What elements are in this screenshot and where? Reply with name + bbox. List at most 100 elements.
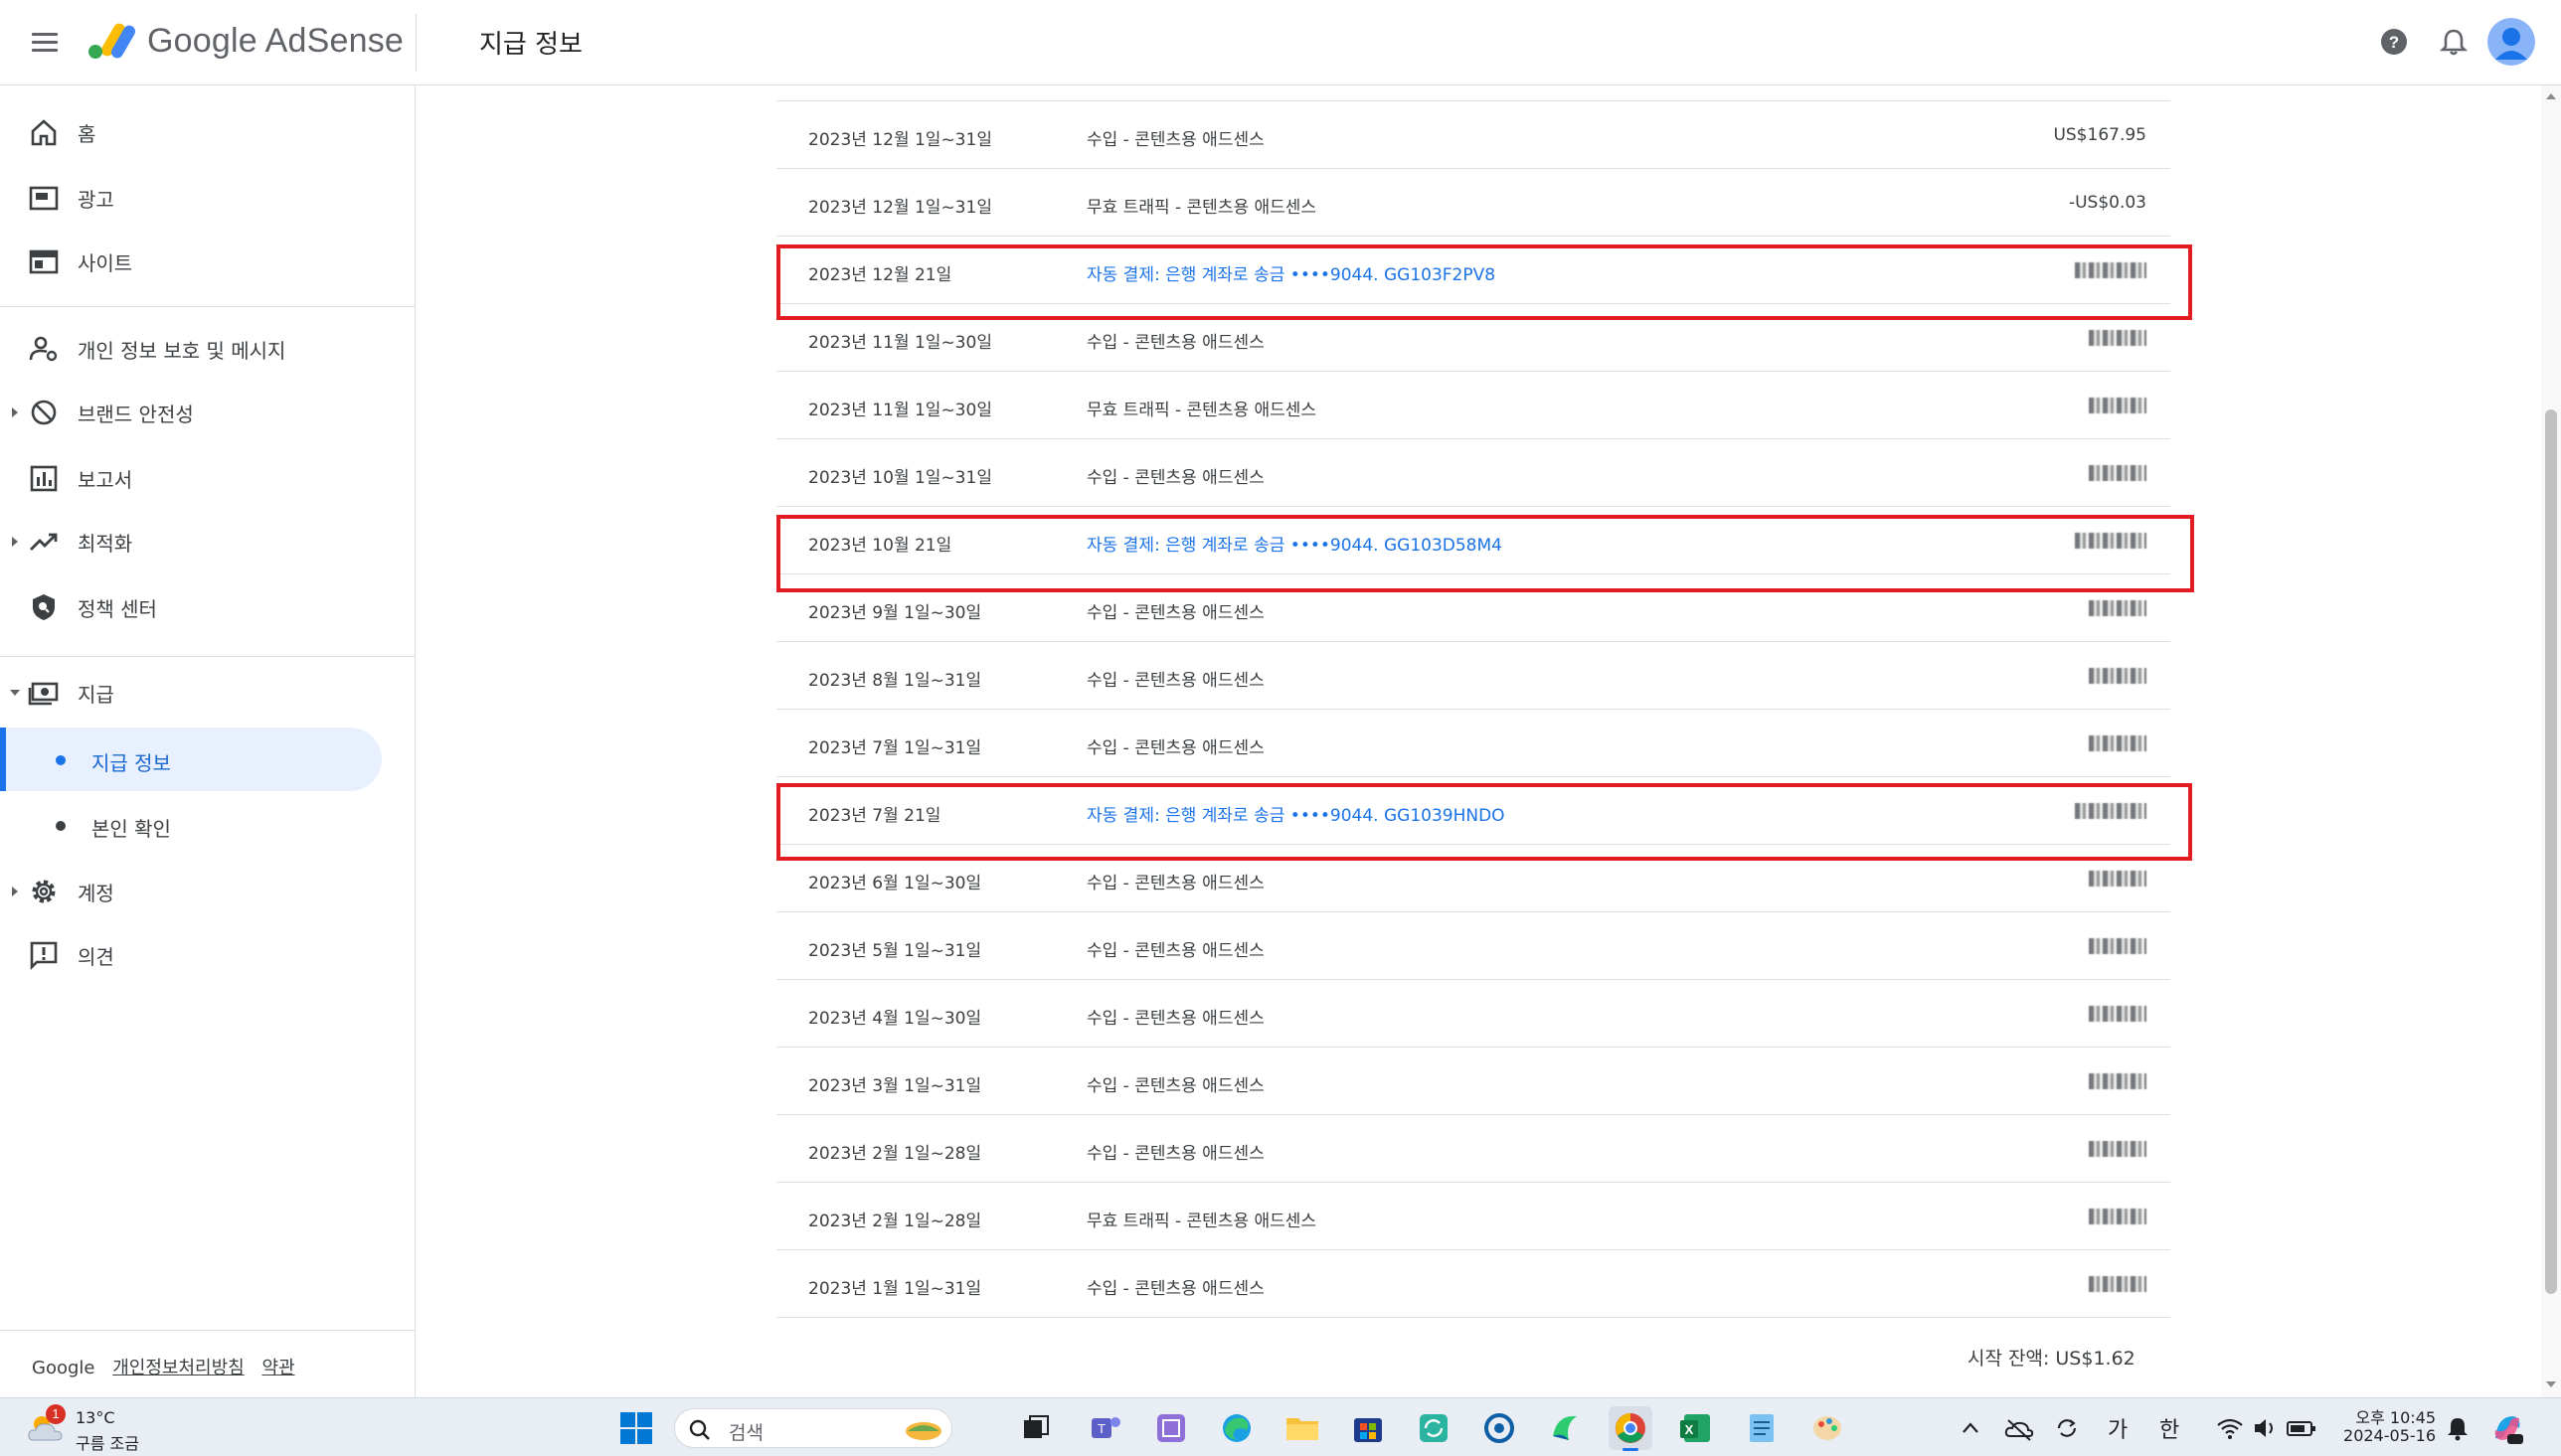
sidebar-item-label: 지급: [78, 683, 114, 707]
sidebar-item-payments[interactable]: 지급: [0, 664, 416, 720]
privacy-policy-link[interactable]: 개인정보처리방침: [112, 1358, 244, 1378]
onenote-app-icon[interactable]: [1149, 1406, 1193, 1450]
scroll-thumb[interactable]: [2545, 409, 2557, 1294]
txn-date: 2023년 10월 21일: [808, 536, 952, 556]
payment-link[interactable]: 자동 결제: 은행 계좌로 송금 ••••9044. GG103F2PV8: [1087, 260, 1495, 285]
scrollbar[interactable]: [2541, 85, 2561, 1397]
notepad-icon[interactable]: [1740, 1406, 1784, 1450]
home-icon: [31, 119, 57, 146]
table-row: 2023년 11월 1일~30일 무효 트래픽 - 콘텐츠용 애드센스: [776, 372, 2170, 439]
bullet-icon: [56, 755, 66, 765]
notification-bell-icon[interactable]: [2444, 1412, 2472, 1444]
table-row: 2023년 9월 1일~30일 수입 - 콘텐츠용 애드센스: [776, 574, 2170, 642]
scroll-down-arrow-icon[interactable]: [2546, 1381, 2556, 1387]
task-view-icon[interactable]: [1014, 1406, 1058, 1450]
sidebar-item-privacy[interactable]: 개인 정보 보호 및 메시지: [0, 320, 416, 376]
clock-date[interactable]: 2024-05-16: [2332, 1426, 2436, 1445]
weather-alert-badge: 1: [46, 1404, 66, 1424]
battery-icon[interactable]: [2285, 1412, 2318, 1444]
policy-shield-icon: [33, 594, 55, 620]
txn-description: 수입 - 콘텐츠용 애드센스: [1087, 468, 1265, 488]
sidebar-item-sites[interactable]: 사이트: [0, 233, 416, 288]
table-row: 2023년 7월 21일 자동 결제: 은행 계좌로 송금 ••••9044. …: [776, 777, 2170, 845]
ime-language-indicator[interactable]: 한: [2159, 1412, 2179, 1444]
table-row: 2023년 10월 21일 자동 결제: 은행 계좌로 송금 ••••9044.…: [776, 507, 2170, 574]
clock-time[interactable]: 오후 10:45: [2346, 1404, 2436, 1428]
sidebar-subitem-payment-info[interactable]: 지급 정보: [0, 728, 382, 791]
microsoft-store-icon[interactable]: [1346, 1406, 1390, 1450]
help-icon[interactable]: ?: [2374, 22, 2414, 62]
onedrive-cloud-icon[interactable]: [2004, 1412, 2034, 1444]
table-row: 2023년 3월 1일~31일 수입 - 콘텐츠용 애드센스: [776, 1048, 2170, 1115]
sidebar-item-label: 의견: [78, 945, 114, 969]
sidebar-item-home[interactable]: 홈: [0, 103, 416, 159]
sidebar-item-reports[interactable]: 보고서: [0, 449, 416, 505]
paint-icon[interactable]: [1805, 1406, 1849, 1450]
menu-icon[interactable]: [26, 26, 66, 60]
privacy-icon: [29, 336, 58, 362]
txn-date: 2023년 2월 1일~28일: [808, 1212, 982, 1231]
taskbar-search-input[interactable]: 검색: [674, 1408, 952, 1448]
txn-date: 2023년 6월 1일~30일: [808, 874, 982, 893]
sidebar-item-account[interactable]: 계정: [0, 863, 416, 918]
table-row: 2023년 8월 1일~31일 수입 - 콘텐츠용 애드센스: [776, 642, 2170, 710]
sidebar-footer-divider: [0, 1330, 416, 1331]
ime-mode-indicator[interactable]: 가: [2108, 1412, 2128, 1444]
sidebar-item-feedback[interactable]: 의견: [0, 926, 416, 982]
payment-link[interactable]: 자동 결제: 은행 계좌로 송금 ••••9044. GG1039HNDO: [1087, 801, 1505, 826]
sync-icon[interactable]: [2052, 1412, 2082, 1444]
chevron-up-icon[interactable]: [1959, 1412, 1982, 1444]
chrome-browser-button[interactable]: [1609, 1406, 1652, 1451]
windows-taskbar: 1 13°C 구름 조금 검색 T X 가 한 오후 10:45 2024-05…: [0, 1397, 2561, 1456]
txn-date: 2023년 11월 1일~30일: [808, 333, 992, 353]
sites-icon: [29, 249, 59, 274]
sidebar-item-optimization[interactable]: 최적화: [0, 513, 416, 568]
terms-link[interactable]: 약관: [261, 1358, 294, 1378]
copilot-icon[interactable]: [2487, 1408, 2527, 1448]
sidebar-subitem-identity-verification[interactable]: 본인 확인: [0, 793, 382, 857]
weather-widget[interactable]: 1 13°C 구름 조금: [26, 1404, 225, 1453]
txn-description: 수입 - 콘텐츠용 애드센스: [1087, 130, 1265, 150]
txn-date: 2023년 12월 1일~31일: [808, 198, 992, 218]
bell-icon[interactable]: [2434, 22, 2474, 62]
cortana-ring-icon[interactable]: [1477, 1406, 1521, 1450]
redacted-amount: [2075, 262, 2146, 278]
caret-down-icon: [10, 690, 20, 696]
windows-start-icon[interactable]: [614, 1406, 658, 1450]
payment-link[interactable]: 자동 결제: 은행 계좌로 송금 ••••9044. GG103D58M4: [1087, 531, 1502, 556]
txn-date: 2023년 12월 21일: [808, 265, 952, 285]
sidebar-item-brand-safety[interactable]: 브랜드 안전성: [0, 384, 416, 439]
caret-right-icon: [12, 537, 18, 547]
avatar[interactable]: [2487, 18, 2535, 66]
wifi-icon[interactable]: [2215, 1412, 2245, 1444]
redacted-amount: [2089, 938, 2146, 954]
adsense-logo: [88, 23, 135, 59]
reports-icon: [30, 465, 58, 492]
sidebar-footer: Google 개인정보처리방침 약관: [32, 1354, 307, 1379]
edge-browser-icon[interactable]: [1215, 1406, 1259, 1450]
page-title: 지급 정보: [479, 30, 583, 60]
table-row: 2023년 11월 1일~30일 수입 - 콘텐츠용 애드센스: [776, 304, 2170, 372]
txn-description: 수입 - 콘텐츠용 애드센스: [1087, 603, 1265, 623]
txn-description: 수입 - 콘텐츠용 애드센스: [1087, 333, 1265, 353]
sidebar-item-ads[interactable]: 광고: [0, 169, 416, 225]
copilot-app-icon[interactable]: [1543, 1406, 1587, 1450]
txn-date: 2023년 9월 1일~30일: [808, 603, 982, 623]
excel-icon[interactable]: X: [1674, 1406, 1718, 1450]
sync-app-icon[interactable]: [1412, 1406, 1455, 1450]
sidebar-item-policy-center[interactable]: 정책 센터: [0, 578, 416, 634]
trending-icon: [30, 533, 58, 551]
redacted-amount: [2089, 1006, 2146, 1022]
txn-description: 무효 트래픽 - 콘텐츠용 애드센스: [1087, 198, 1317, 218]
sidebar-item-label: 브랜드 안전성: [78, 403, 194, 426]
volume-icon[interactable]: [2251, 1412, 2279, 1444]
header-divider: [416, 14, 417, 72]
scroll-up-arrow-icon[interactable]: [2546, 93, 2556, 99]
file-explorer-icon[interactable]: [1280, 1406, 1324, 1450]
txn-date: 2023년 3월 1일~31일: [808, 1076, 982, 1096]
redacted-amount: [2089, 330, 2146, 346]
txn-description: 수입 - 콘텐츠용 애드센스: [1087, 1009, 1265, 1029]
txn-description: 수입 - 콘텐츠용 애드센스: [1087, 671, 1265, 691]
teams-icon[interactable]: T: [1084, 1406, 1127, 1450]
weather-description: 구름 조금: [76, 1434, 139, 1453]
